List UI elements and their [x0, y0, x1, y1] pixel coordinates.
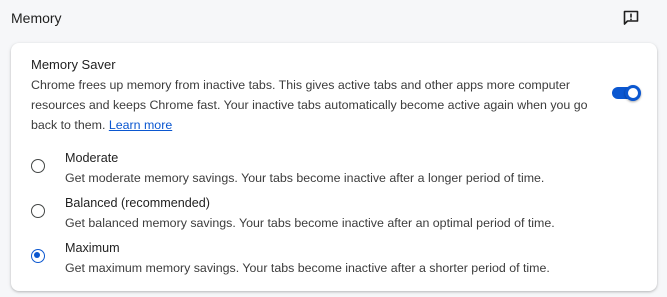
memory-saver-options: Moderate Get moderate memory savings. Yo… — [11, 43, 657, 291]
option-description: Get balanced memory savings. Your tabs b… — [65, 216, 555, 230]
option-label: Maximum — [65, 241, 120, 255]
option-description: Get moderate memory savings. Your tabs b… — [65, 171, 545, 185]
option-label: Moderate — [65, 151, 119, 165]
feedback-button[interactable] — [621, 8, 641, 28]
option-moderate[interactable]: Moderate Get moderate memory savings. Yo… — [11, 149, 657, 189]
radio-moderate[interactable] — [31, 159, 45, 173]
settings-page: Memory Memory Saver Chrome frees up memo… — [0, 0, 667, 297]
memory-saver-card: Memory Saver Chrome frees up memory from… — [11, 43, 657, 291]
option-balanced[interactable]: Balanced (recommended) Get balanced memo… — [11, 194, 657, 234]
radio-balanced[interactable] — [31, 204, 45, 218]
option-description: Get maximum memory savings. Your tabs be… — [65, 261, 550, 275]
feedback-icon — [623, 10, 639, 25]
option-maximum[interactable]: Maximum Get maximum memory savings. Your… — [11, 239, 657, 279]
radio-maximum[interactable] — [31, 249, 45, 263]
section-title: Memory — [11, 10, 62, 26]
option-label: Balanced (recommended) — [65, 196, 210, 210]
